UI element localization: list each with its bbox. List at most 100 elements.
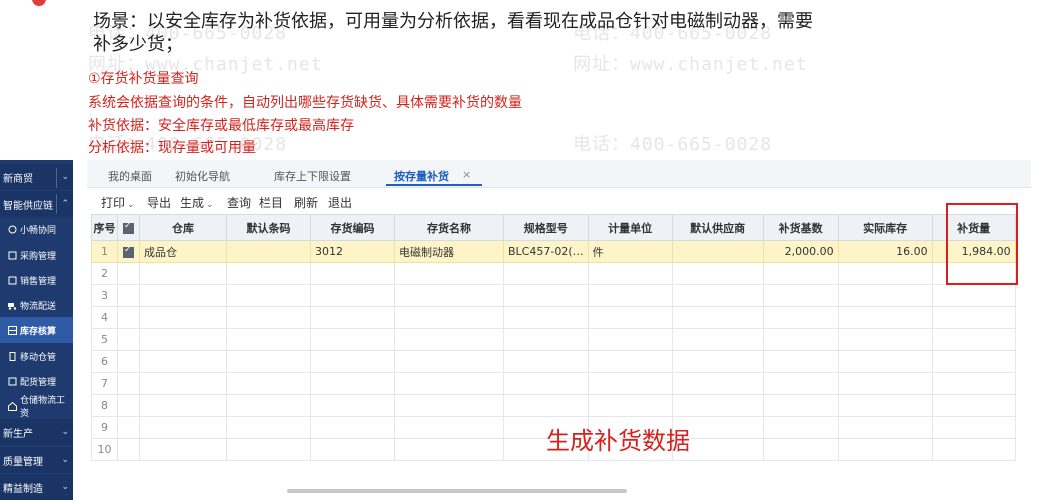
sidebar-item-label: 精益制造 xyxy=(3,483,43,495)
cell-spec[interactable]: BLC457-02(… xyxy=(503,240,589,263)
col-header-supplier[interactable]: 默认供应商 xyxy=(671,214,764,241)
chevron-down-icon: ⌄ xyxy=(61,455,69,465)
chevron-down-icon: ⌄ xyxy=(61,172,69,182)
table-row[interactable]: 2 xyxy=(91,262,1016,285)
cell-stock[interactable]: 16.00 xyxy=(837,240,933,263)
replenish-qty-highlight-box xyxy=(946,203,1018,285)
chevron-down-icon: ⌄ xyxy=(206,200,214,210)
columns-button[interactable]: 栏目 xyxy=(259,194,283,211)
note-title: ①存货补货量查询 xyxy=(88,71,199,87)
tab-desktop[interactable]: 我的桌面 xyxy=(108,168,152,184)
table-row[interactable]: 7 xyxy=(91,372,1016,395)
scenario-line-2: 补多少货； xyxy=(93,34,183,55)
tab-bar: 我的桌面 初始化导航 库存上下限设置 按存量补货 × xyxy=(87,160,1031,188)
col-header-barcode[interactable]: 默认条码 xyxy=(226,214,311,241)
query-button[interactable]: 查询 xyxy=(227,194,251,211)
sidebar-item-sales[interactable]: 销售管理 xyxy=(0,267,73,293)
sidebar-item-label: 小畅协同 xyxy=(20,225,57,236)
sidebar-item-logistics[interactable]: 物流配送 xyxy=(0,292,73,318)
warehouse-icon xyxy=(8,401,17,411)
chevron-down-icon: ⌄ xyxy=(61,427,69,437)
close-icon[interactable]: × xyxy=(462,168,471,181)
col-header-no[interactable]: 序号 xyxy=(91,214,118,241)
cell-code[interactable]: 3012 xyxy=(310,240,395,263)
sidebar-item-label: 新商贸 xyxy=(3,173,33,185)
cell-barcode[interactable] xyxy=(226,240,311,263)
table-row[interactable]: 4 xyxy=(91,306,1016,329)
tab-replenish-by-stock[interactable]: 按存量补货 xyxy=(394,168,449,184)
row-number: 2 xyxy=(91,262,118,285)
col-header-spec[interactable]: 规格型号 xyxy=(503,214,589,241)
row-number: 4 xyxy=(91,306,118,329)
table-row[interactable]: 6 xyxy=(91,350,1016,373)
sidebar-item-inventory[interactable]: 库存核算 xyxy=(0,317,73,343)
sidebar-item-new-trade[interactable]: 新商贸 ⌄ xyxy=(0,164,73,190)
row-checkbox[interactable] xyxy=(123,245,134,258)
horizontal-scrollbar[interactable] xyxy=(287,489,627,493)
active-tab-indicator xyxy=(386,184,482,186)
sidebar-item-purchase[interactable]: 采购管理 xyxy=(0,242,73,268)
tab-stock-limits[interactable]: 库存上下限设置 xyxy=(274,168,351,184)
sidebar-item-production[interactable]: 新生产 ⌄ xyxy=(0,419,73,445)
watermark-phone: 电话：400-665-0028 xyxy=(573,134,773,155)
sidebar-item-label: 采购管理 xyxy=(20,251,57,262)
sidebar-item-mobile-warehouse[interactable]: 移动仓管 xyxy=(0,343,73,369)
export-button[interactable]: 导出 xyxy=(147,194,171,211)
cell-supplier[interactable] xyxy=(671,240,764,263)
mobile-icon xyxy=(8,351,17,361)
cell-unit[interactable]: 件 xyxy=(587,240,673,263)
sidebar-item-distribution[interactable]: 配货管理 xyxy=(0,368,73,394)
sidebar: 新商贸 ⌄ 智能供应链 ⌃ 小畅协同 采购管理 销售管理 物流配送 库存核算 移… xyxy=(0,160,73,500)
sidebar-item-label: 质量管理 xyxy=(3,456,43,468)
col-header-unit[interactable]: 计量单位 xyxy=(587,214,673,241)
sales-icon xyxy=(8,276,17,285)
collab-icon xyxy=(8,225,17,234)
sidebar-item-quality[interactable]: 质量管理 ⌄ xyxy=(0,447,73,473)
col-header-name[interactable]: 存货名称 xyxy=(394,214,504,241)
cell-name[interactable]: 电磁制动器 xyxy=(394,240,504,263)
sidebar-item-label: 配货管理 xyxy=(20,377,57,388)
tab-init-guide[interactable]: 初始化导航 xyxy=(175,168,230,184)
table-row[interactable]: 5 xyxy=(91,328,1016,351)
col-header-code[interactable]: 存货编码 xyxy=(310,214,395,241)
row-select-cell[interactable] xyxy=(117,240,140,263)
distribution-icon xyxy=(8,377,17,386)
col-header-base[interactable]: 补货基数 xyxy=(762,214,839,241)
note-line: 系统会依据查询的条件，自动列出哪些存货缺货、具体需要补货的数量 xyxy=(88,95,522,111)
sidebar-item-collab[interactable]: 小畅协同 xyxy=(0,216,73,242)
sidebar-item-label: 移动仓管 xyxy=(20,352,57,363)
sidebar-item-warehouse-logistics[interactable]: 仓储物流工资 xyxy=(0,393,73,419)
note-line: 分析依据：现存量或可用量 xyxy=(88,140,256,156)
inventory-icon xyxy=(8,325,17,335)
divider xyxy=(56,168,57,188)
purchase-icon xyxy=(8,251,17,260)
cell-base[interactable]: 2,000.00 xyxy=(762,240,839,263)
table-row[interactable]: 8 xyxy=(91,394,1016,417)
refresh-button[interactable]: 刷新 xyxy=(294,194,318,211)
scenario-line-1: 场景：以安全库存为补货依据，可用量为分析依据，看看现在成品仓针对电磁制动器，需要 xyxy=(93,11,813,32)
col-header-select[interactable] xyxy=(117,214,140,241)
chevron-down-icon: ⌄ xyxy=(127,200,135,210)
generate-label: 生成 xyxy=(180,196,205,210)
sidebar-item-label: 新生产 xyxy=(3,428,33,440)
sidebar-item-manufacture[interactable]: 精益制造 ⌄ xyxy=(0,474,73,500)
exit-button[interactable]: 退出 xyxy=(328,194,352,211)
print-label: 打印 xyxy=(101,196,126,210)
sidebar-item-smart-supply-chain[interactable]: 智能供应链 ⌃ xyxy=(0,191,73,217)
col-header-stock[interactable]: 实际库存 xyxy=(837,214,933,241)
col-header-warehouse[interactable]: 仓库 xyxy=(139,214,227,241)
table-row[interactable]: 3 xyxy=(91,284,1016,307)
logo-mark xyxy=(32,0,46,6)
row-number: 3 xyxy=(91,284,118,307)
table-header-row: 序号 仓库 默认条码 存货编码 存货名称 规格型号 计量单位 默认供应商 补货基… xyxy=(91,214,1016,241)
cell-warehouse[interactable]: 成品仓 xyxy=(139,240,227,263)
print-button[interactable]: 打印 ⌄ xyxy=(101,194,135,211)
sidebar-item-label: 销售管理 xyxy=(20,276,57,287)
sidebar-item-label: 库存核算 xyxy=(20,326,57,337)
scenario-text: 场景：以安全库存为补货依据，可用量为分析依据，看看现在成品仓针对电磁制动器，需要… xyxy=(93,10,923,56)
generate-button[interactable]: 生成 ⌄ xyxy=(180,194,214,211)
sidebar-item-label: 仓储物流工资 xyxy=(20,396,66,419)
table-row[interactable]: 1 成品仓 3012 电磁制动器 BLC457-02(… 件 2,000.00 … xyxy=(91,240,1016,263)
select-all-checkbox[interactable] xyxy=(123,221,134,234)
truck-icon xyxy=(8,301,17,310)
